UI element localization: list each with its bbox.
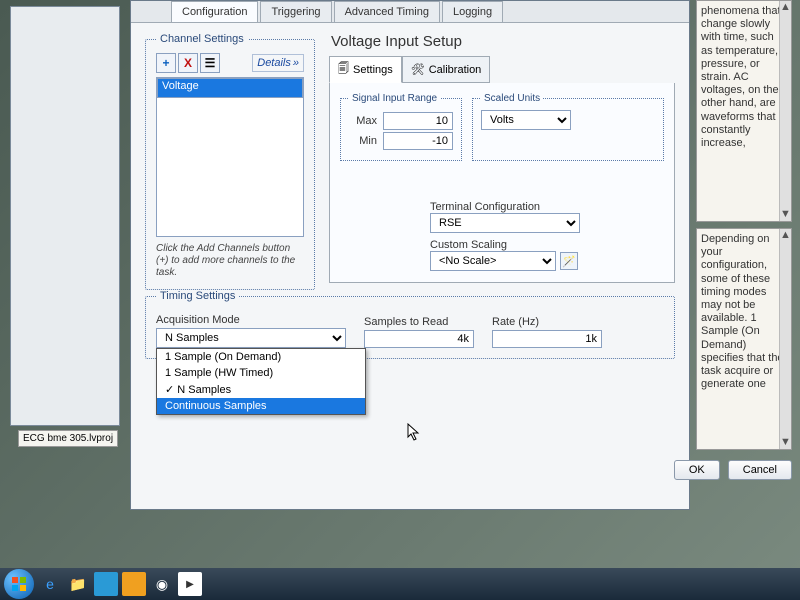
min-input[interactable]: [383, 132, 453, 150]
ok-button[interactable]: OK: [674, 460, 720, 480]
custom-scaling-label: Custom Scaling: [430, 239, 664, 251]
channel-item-voltage[interactable]: Voltage: [157, 78, 303, 98]
taskbar[interactable]: e 📁 ◉ ▶: [0, 568, 800, 600]
dropdown-option[interactable]: 1 Sample (On Demand): [157, 349, 365, 365]
samples-to-read-label: Samples to Read: [364, 316, 474, 328]
daq-config-window: Configuration Triggering Advanced Timing…: [130, 0, 690, 510]
rate-input[interactable]: [492, 330, 602, 348]
background-window: [10, 6, 120, 426]
timing-settings-group: Timing Settings Acquisition Mode N Sampl…: [145, 290, 675, 359]
scroll-up-icon[interactable]: ▲: [780, 229, 791, 242]
max-input[interactable]: [383, 112, 453, 130]
samples-to-read-input[interactable]: [364, 330, 474, 348]
dropdown-option[interactable]: Continuous Samples: [157, 398, 365, 414]
channel-settings-legend: Channel Settings: [156, 33, 248, 45]
channel-menu-button[interactable]: ☰: [200, 53, 220, 73]
chevron-right-icon: »: [293, 57, 299, 69]
help-pane-bottom: Depending on your configuration, some of…: [696, 228, 792, 450]
channel-settings-group: Channel Settings + X ☰ Details» Voltage …: [145, 33, 315, 290]
terminal-config-select[interactable]: RSE: [430, 213, 580, 233]
rate-label: Rate (Hz): [492, 316, 602, 328]
scroll-down-icon[interactable]: ▼: [780, 436, 791, 449]
project-file-label[interactable]: ECG bme 305.lvproj: [18, 430, 118, 447]
taskbar-labview-icon[interactable]: ▶: [178, 572, 202, 596]
scaling-wizard-button[interactable]: 🪄: [560, 252, 578, 270]
taskbar-app1-icon[interactable]: [94, 572, 118, 596]
scaled-units-select[interactable]: Volts: [481, 110, 571, 130]
channel-list[interactable]: Voltage: [156, 77, 304, 237]
subtab-calibration[interactable]: 🛠Calibration: [402, 56, 491, 83]
cancel-button[interactable]: Cancel: [728, 460, 792, 480]
scrollbar[interactable]: ▲▼: [779, 1, 791, 221]
windows-icon: [11, 576, 27, 592]
dropdown-option[interactable]: N Samples: [157, 381, 365, 398]
tab-logging[interactable]: Logging: [442, 1, 503, 22]
taskbar-chrome-icon[interactable]: ◉: [150, 572, 174, 596]
acquisition-mode-dropdown[interactable]: 1 Sample (On Demand)1 Sample (HW Timed)N…: [156, 348, 366, 415]
taskbar-explorer-icon[interactable]: 📁: [66, 572, 90, 596]
scroll-down-icon[interactable]: ▼: [780, 208, 791, 221]
signal-input-range-group: Signal Input Range Max Min: [340, 93, 462, 161]
min-label: Min: [349, 135, 377, 147]
taskbar-ie-icon[interactable]: e: [38, 572, 62, 596]
help-pane-top: phenomena that change slowly with time, …: [696, 0, 792, 222]
main-tabstrip: Configuration Triggering Advanced Timing…: [131, 1, 689, 23]
acquisition-mode-label: Acquisition Mode: [156, 314, 346, 326]
taskbar-app2-icon[interactable]: [122, 572, 146, 596]
start-button[interactable]: [4, 569, 34, 599]
subtab-settings[interactable]: 🗐Settings: [329, 56, 402, 83]
timing-settings-legend: Timing Settings: [156, 290, 239, 302]
help-sidebar: phenomena that change slowly with time, …: [696, 0, 792, 480]
remove-channel-button[interactable]: X: [178, 53, 198, 73]
add-channel-button[interactable]: +: [156, 53, 176, 73]
channel-hint: Click the Add Channels button (+) to add…: [156, 243, 304, 279]
tab-advanced-timing[interactable]: Advanced Timing: [334, 1, 440, 22]
settings-icon: 🗐: [338, 60, 349, 79]
details-toggle[interactable]: Details»: [252, 54, 304, 72]
dropdown-option[interactable]: 1 Sample (HW Timed): [157, 365, 365, 381]
tab-triggering[interactable]: Triggering: [260, 1, 331, 22]
terminal-config-label: Terminal Configuration: [430, 201, 664, 213]
tab-configuration[interactable]: Configuration: [171, 1, 258, 22]
scroll-up-icon[interactable]: ▲: [780, 1, 791, 14]
scaled-units-group: Scaled Units Volts: [472, 93, 664, 161]
scrollbar[interactable]: ▲▼: [779, 229, 791, 449]
calibration-icon: 🛠: [411, 63, 425, 76]
voltage-setup-title: Voltage Input Setup: [331, 33, 675, 50]
acquisition-mode-select[interactable]: N Samples: [156, 328, 346, 348]
custom-scaling-select[interactable]: <No Scale>: [430, 251, 556, 271]
max-label: Max: [349, 115, 377, 127]
